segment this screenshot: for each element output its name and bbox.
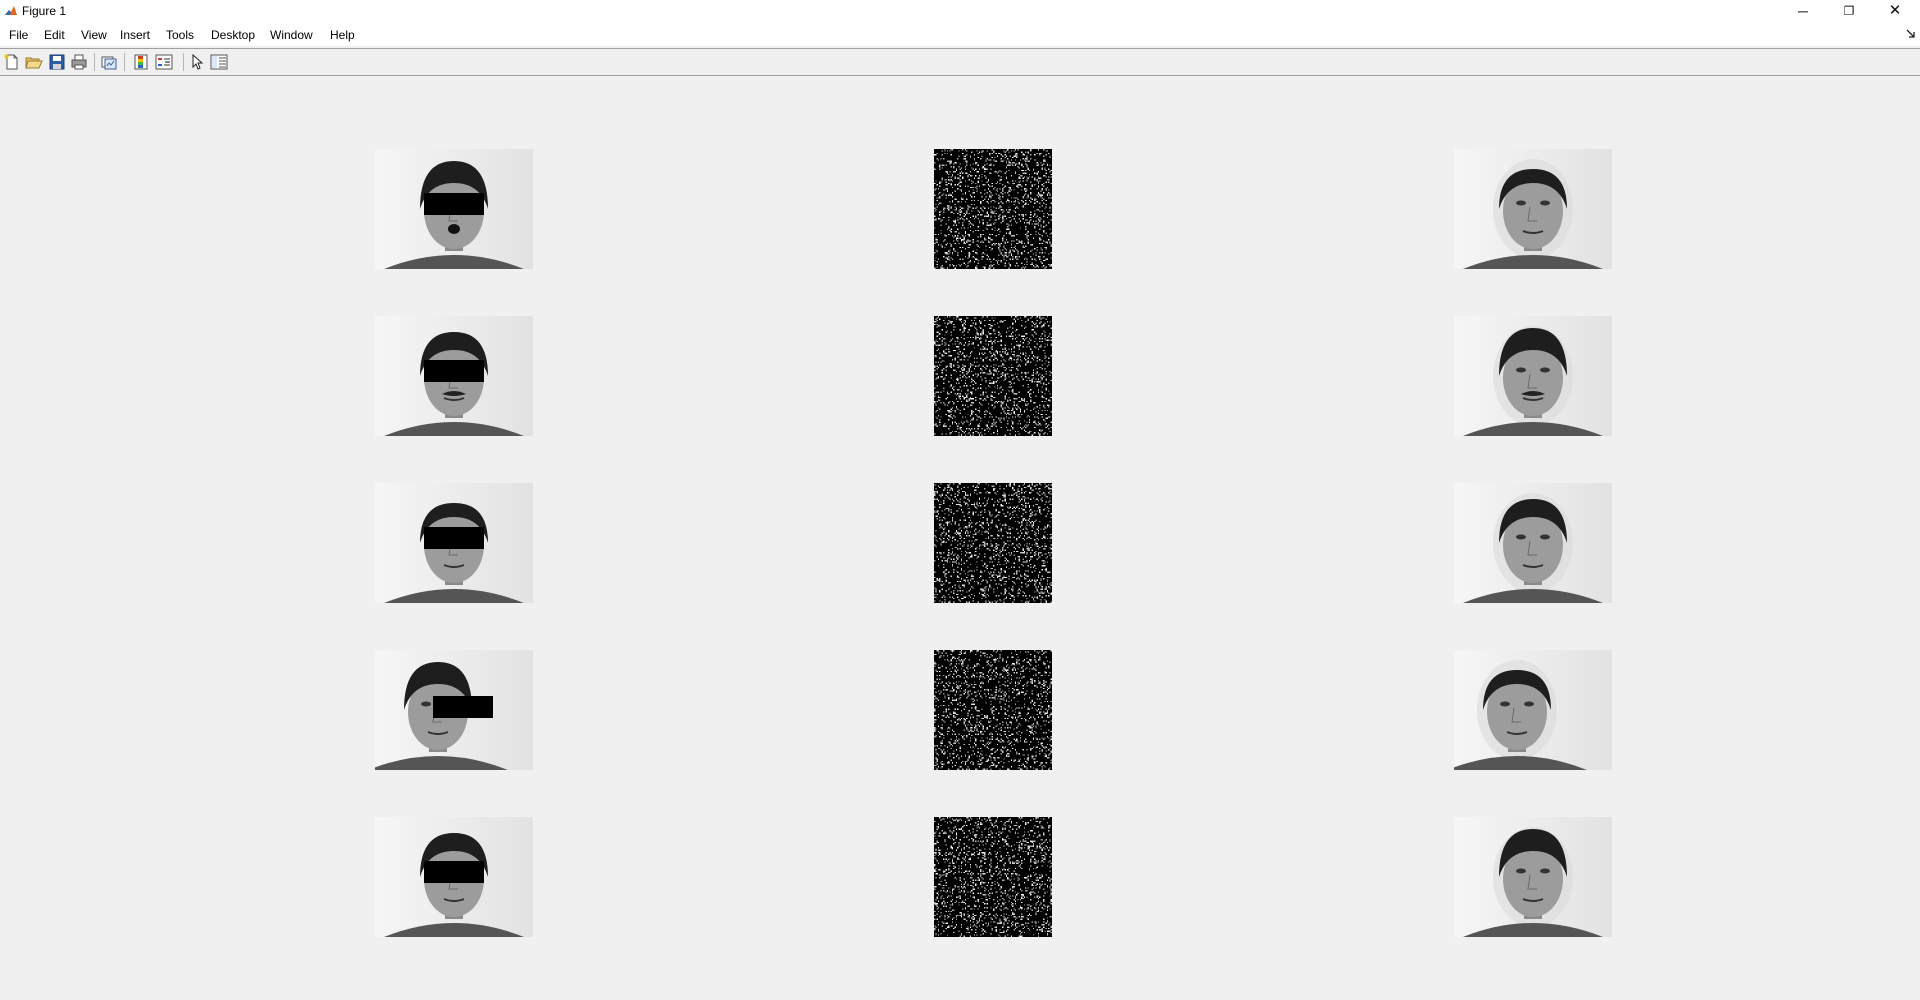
occluded-face-image (375, 650, 533, 770)
window-title: Figure 1 (22, 4, 67, 18)
occluded-face-image (375, 149, 533, 269)
print-icon[interactable] (70, 53, 88, 71)
edit-plot-pointer-icon[interactable] (189, 53, 207, 71)
reconstructed-face-image (1454, 149, 1612, 269)
close-button[interactable]: ✕ (1872, 0, 1918, 24)
sparse-noise-image (934, 483, 1052, 603)
menu-help[interactable]: Help (328, 28, 357, 42)
menu-edit[interactable]: Edit (42, 28, 67, 42)
reconstructed-face-image (1454, 650, 1612, 770)
occluded-face-image (375, 316, 533, 436)
toolbar-separator (94, 53, 95, 71)
property-inspector-icon[interactable] (210, 53, 228, 71)
menu-file[interactable]: File (7, 28, 30, 42)
link-plot-icon[interactable] (100, 53, 118, 71)
title-bar: Figure 1 ─ ❐ ✕ (0, 0, 1920, 24)
reconstructed-face-image (1454, 483, 1612, 603)
minimize-button[interactable]: ─ (1780, 0, 1826, 24)
menu-bar: File Edit View Insert Tools Desktop Wind… (0, 24, 1920, 46)
toolbar-separator (124, 53, 125, 71)
figure-canvas[interactable] (0, 76, 1920, 1000)
sparse-noise-image (934, 316, 1052, 436)
open-file-icon[interactable] (25, 53, 43, 71)
figure-toolbar (0, 48, 1920, 76)
occluded-face-image (375, 483, 533, 603)
new-figure-icon[interactable] (3, 53, 21, 71)
sparse-noise-image (934, 650, 1052, 770)
matlab-logo-icon (4, 4, 18, 18)
toolbar-separator (183, 53, 184, 71)
sparse-noise-image (934, 149, 1052, 269)
restore-button[interactable]: ❐ (1826, 0, 1872, 24)
menu-insert[interactable]: Insert (118, 28, 152, 42)
menu-tools[interactable]: Tools (164, 28, 196, 42)
insert-legend-icon[interactable] (155, 53, 173, 71)
insert-colorbar-icon[interactable] (132, 53, 150, 71)
menu-window[interactable]: Window (268, 28, 315, 42)
sparse-noise-image (934, 817, 1052, 937)
dock-arrow-icon[interactable] (1906, 28, 1916, 38)
menu-desktop[interactable]: Desktop (209, 28, 257, 42)
occluded-face-image (375, 817, 533, 937)
save-icon[interactable] (48, 53, 66, 71)
menu-view[interactable]: View (79, 28, 109, 42)
reconstructed-face-image (1454, 316, 1612, 436)
reconstructed-face-image (1454, 817, 1612, 937)
